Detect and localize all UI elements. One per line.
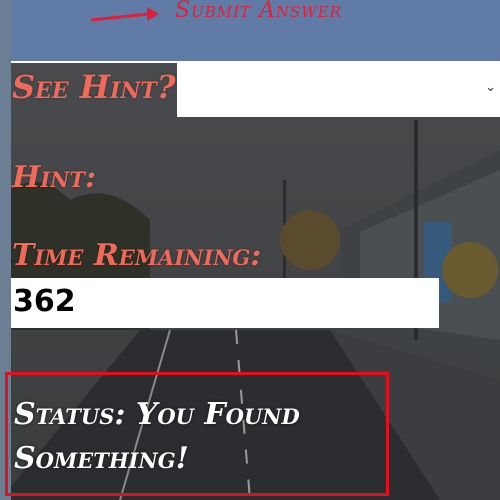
time-remaining-label: Time Remaining:	[12, 238, 262, 273]
see-hint-label: See Hint?	[12, 68, 176, 106]
submit-answer-button[interactable]: Submit Answer	[11, 0, 500, 63]
submit-answer-label: Submit Answer	[175, 0, 342, 23]
time-remaining-field: 362	[11, 278, 439, 328]
arrow-right-icon	[90, 7, 159, 22]
chevron-down-icon: ⌄	[485, 80, 496, 95]
hint-dropdown[interactable]: ⌄	[177, 62, 500, 117]
game-screen: Submit Answer See Hint? ⌄ Hint: Time Rem…	[0, 0, 500, 500]
status-text: Status: You Found Something!	[14, 397, 300, 476]
status-box: Status: You Found Something!	[5, 372, 389, 496]
hint-label: Hint:	[12, 160, 97, 195]
time-remaining-value: 362	[13, 284, 76, 319]
